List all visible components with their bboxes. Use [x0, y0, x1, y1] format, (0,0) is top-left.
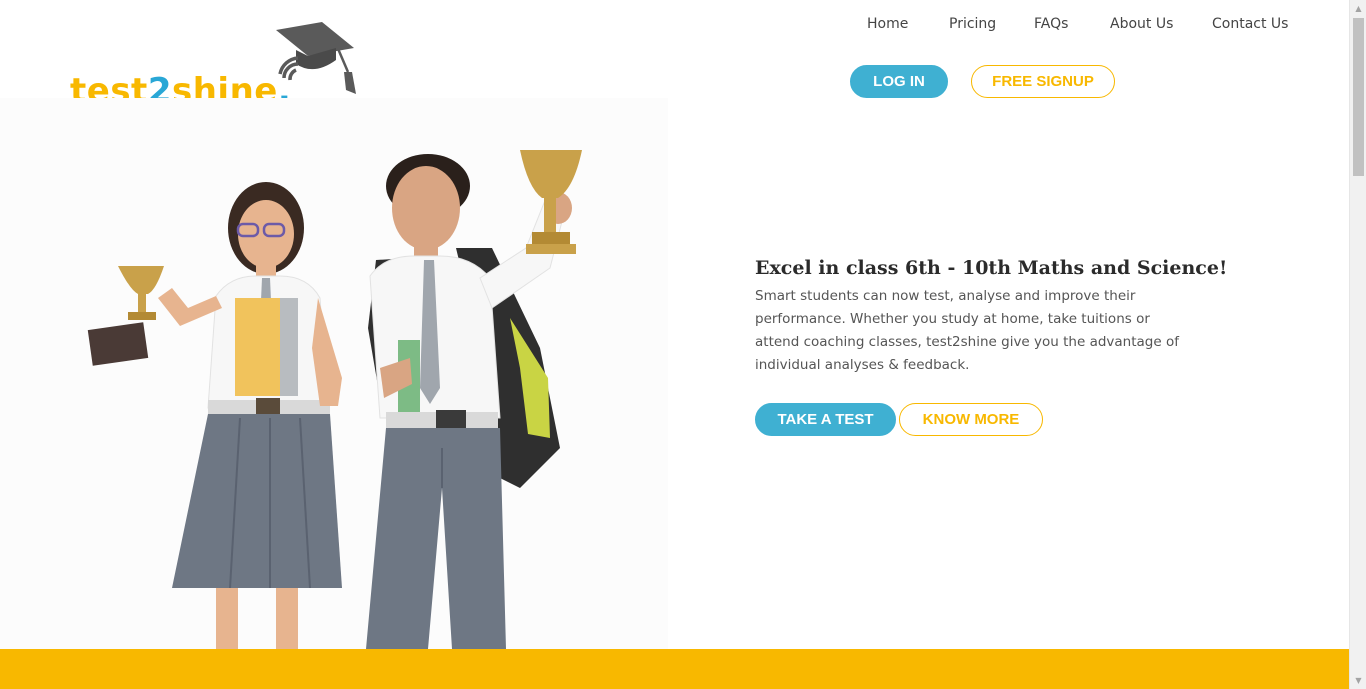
nav-pricing[interactable]: Pricing — [949, 16, 996, 32]
girl-figure — [87, 182, 342, 649]
vertical-scrollbar[interactable]: ▲ ▼ — [1349, 0, 1366, 689]
scroll-up-arrow-icon[interactable]: ▲ — [1350, 0, 1366, 17]
hero-title: Excel in class 6th - 10th Maths and Scie… — [755, 257, 1228, 279]
nav-faqs[interactable]: FAQs — [1034, 16, 1068, 32]
nav-home[interactable]: Home — [867, 16, 908, 32]
nav-about-us[interactable]: About Us — [1110, 16, 1173, 32]
scroll-down-arrow-icon[interactable]: ▼ — [1350, 672, 1366, 689]
take-a-test-button[interactable]: TAKE A TEST — [755, 403, 896, 436]
nav-contact-us[interactable]: Contact Us — [1212, 16, 1288, 32]
footer-accent-band — [0, 649, 1349, 689]
know-more-button[interactable]: KNOW MORE — [899, 403, 1043, 436]
boy-figure — [366, 150, 582, 649]
site-logo[interactable]: test2shine. — [68, 20, 368, 108]
page: test2shine. Home Pricing FAQs About Us C… — [0, 0, 1349, 689]
hero-description: Smart students can now test, analyse and… — [755, 288, 1179, 373]
scroll-thumb[interactable] — [1353, 18, 1364, 176]
main-nav: Home Pricing FAQs About Us Contact Us — [850, 16, 1310, 36]
login-button[interactable]: LOG IN — [850, 65, 948, 98]
students-with-trophies-illustration — [87, 150, 582, 649]
free-signup-button[interactable]: FREE SIGNUP — [971, 65, 1115, 98]
graduation-cap-icon — [276, 22, 356, 94]
